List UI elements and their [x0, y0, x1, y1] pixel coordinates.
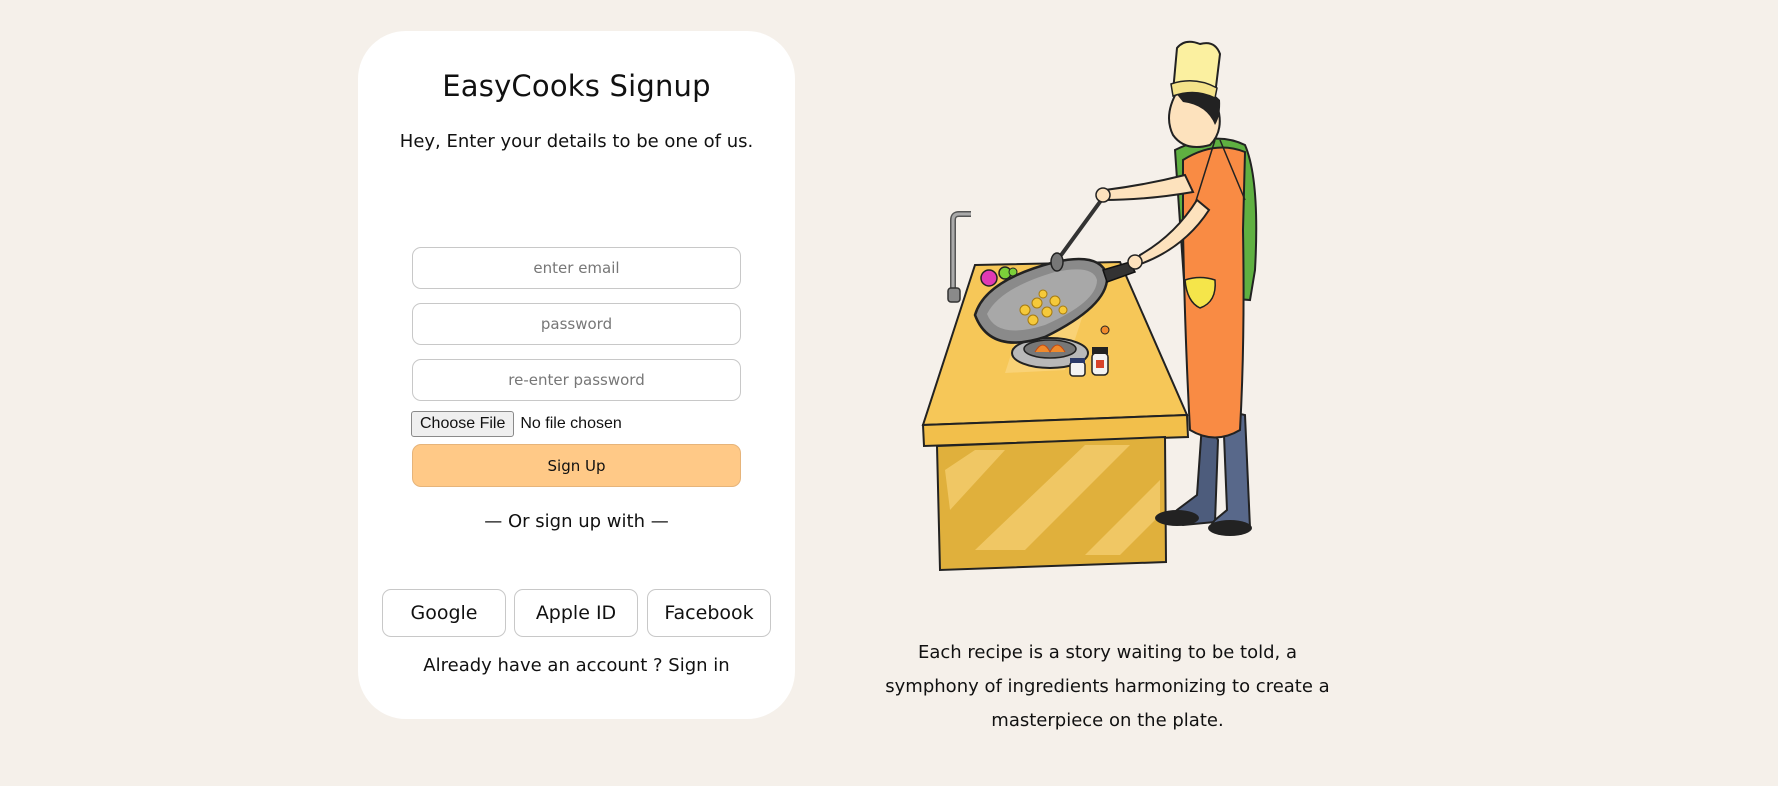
reenter-password-field[interactable]: [412, 359, 741, 401]
signin-prompt-text: Already have an account ?: [423, 655, 663, 676]
signup-subtitle: Hey, Enter your details to be one of us.: [399, 131, 754, 152]
page-title: EasyCooks Signup: [442, 69, 711, 103]
social-divider: — Or sign up with —: [484, 511, 669, 532]
signin-link[interactable]: Sign in: [668, 655, 729, 676]
quote-text: Each recipe is a story waiting to be tol…: [885, 642, 1330, 731]
apple-id-signup-button[interactable]: Apple ID: [514, 589, 638, 637]
choose-file-button[interactable]: Choose File: [411, 410, 515, 437]
google-signup-button[interactable]: Google: [382, 589, 506, 637]
facebook-signup-button[interactable]: Facebook: [647, 589, 771, 637]
signup-button[interactable]: Sign Up: [412, 444, 741, 487]
email-field[interactable]: [412, 247, 741, 289]
chef-hat-icon: [1170, 40, 1222, 100]
file-status: No file chosen: [520, 414, 622, 432]
chef-cooking-illustration: [921, 40, 1258, 572]
file-input: Choose File No file chosen: [411, 410, 622, 437]
signin-prompt: Already have an account ? Sign in: [358, 655, 795, 676]
password-field[interactable]: [412, 303, 741, 345]
signup-card: EasyCooks Signup Hey, Enter your details…: [358, 31, 795, 719]
